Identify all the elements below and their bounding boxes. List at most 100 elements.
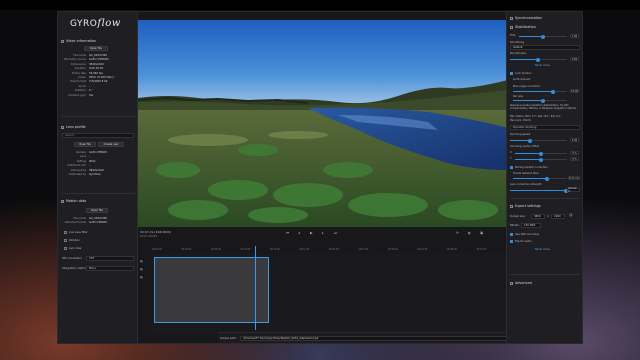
zoom-center-y-value[interactable]: 0 % (570, 157, 579, 161)
output-width-input[interactable]: 3840 (531, 214, 545, 219)
speaker-icon[interactable]: ◐ (468, 231, 471, 235)
info-key: Contains gyro (68, 93, 86, 97)
timeline-playhead[interactable] (255, 246, 256, 330)
info-key: Additional info (67, 164, 86, 168)
stabilization-title: Stabilization (515, 25, 536, 29)
motion-data-header[interactable]: Motion data (61, 198, 86, 204)
info-row: Dimensions 3840x2160 (60, 169, 104, 172)
zoom-speed-label: Zooming speed (510, 133, 531, 136)
imu-orientation-input[interactable]: XYZ (86, 256, 134, 261)
skip-forward-icon[interactable]: ⏭ (334, 231, 337, 235)
lens-strength-value[interactable]: 100.00 % (567, 187, 580, 193)
limit-amount-label: Limit amount (513, 78, 531, 81)
gpu-encoding-checkbox[interactable] (510, 233, 513, 236)
output-path-input[interactable]: /Volumes/TT Touch/Gyroflow/Test/GX_0034_… (240, 336, 522, 341)
track-icon: ▤ (140, 267, 143, 271)
info-row: Pixel format YUV420P 8 bit (60, 80, 108, 84)
lens-open-file-button[interactable]: Open file (74, 142, 96, 147)
info-key: Dimensions (70, 168, 86, 172)
zoom-center-y-slider[interactable] (515, 157, 567, 162)
smoothing-method-select[interactable]: Default (510, 45, 580, 50)
max-angle-slider[interactable] (513, 89, 567, 94)
lock-horizon-checkbox[interactable] (510, 72, 513, 75)
zoom-center-x-slider[interactable] (515, 151, 567, 156)
smoothness-value[interactable]: 0.50 (570, 57, 579, 61)
output-path-label: Output path: (220, 337, 237, 340)
rolling-shutter-checkbox[interactable] (510, 166, 513, 169)
zoom-center-x-value[interactable]: 0 % (570, 151, 579, 155)
smoothness-slider[interactable] (510, 57, 567, 62)
lens-profile-title: Lens profile (66, 125, 86, 129)
video-preview[interactable] (138, 20, 508, 227)
frame-readout-label: Frame readout time (513, 172, 539, 175)
lock-aspect-icon[interactable]: ⛓ (569, 213, 573, 217)
lens-profile-header[interactable]: Lens profile (61, 124, 86, 130)
step-forward-icon[interactable]: ▸ (322, 231, 324, 235)
info-key: Pixel format (70, 80, 86, 84)
time-readout: 00:07.19 (448/1800) (140, 230, 172, 234)
max-rotation-readout: Max rotation: Pitch: 5.7°, Yaw: 10.1°, R… (510, 115, 561, 118)
ruler-tick-label: 00:17.50 (358, 248, 369, 251)
dynamic-zooming-select[interactable]: Dynamic zooming (510, 125, 580, 130)
info-row: Setting Wide (60, 159, 96, 163)
lock-horizon-label: Lock horizon (515, 72, 532, 75)
info-row: File name GX_0034.MP4 (60, 54, 107, 57)
track-icon: ▤ (140, 275, 143, 279)
rolling-shutter-label: Rolling shutter correction (515, 166, 548, 169)
lens-create-new-button[interactable]: Create new (98, 142, 124, 147)
video-info-header[interactable]: Video information (61, 38, 96, 44)
zoom-speed-value[interactable]: 2.00 (570, 138, 579, 142)
fov-slider[interactable] (519, 34, 567, 39)
info-key: Frame rate (71, 71, 86, 75)
lowpass-checkbox[interactable] (64, 231, 67, 234)
stabilization-header[interactable]: Stabilization (510, 24, 536, 30)
fullscreen-icon[interactable]: ▣ (480, 231, 483, 235)
chevron-icon (61, 125, 64, 129)
sync-header[interactable]: Synchronization (510, 15, 542, 21)
ruler-tick-label: 00:00.00 (152, 248, 162, 251)
main-area: 00:07.19 (448/1800) Zoom: 60.00% ⏮ ◂ ▶ ▸… (138, 12, 582, 343)
ruler-tick-label: 00:05.00 (211, 248, 221, 251)
info-row: File name GX_0034.MP4 (60, 217, 107, 220)
export-audio-checkbox[interactable] (510, 240, 513, 243)
max-angle-value[interactable]: 15.00 (570, 89, 579, 93)
gyro-bias-checkbox[interactable] (64, 247, 67, 250)
zoom-speed-slider[interactable] (510, 138, 567, 143)
rotation-checkbox[interactable] (64, 239, 67, 242)
bitrate-input[interactable]: 150 Mbit (521, 223, 541, 228)
advanced-header[interactable]: Advanced (510, 280, 532, 286)
info-row: Contains gyro Yes (60, 94, 93, 97)
lens-search-input[interactable]: Search... (62, 133, 134, 138)
info-value: 3840x2160 (89, 168, 104, 172)
info-value: – (89, 84, 91, 88)
info-value: HEVC (H.265 Main) (89, 76, 114, 79)
frame-readout-slider[interactable] (513, 176, 567, 181)
lens-strength-slider[interactable] (510, 188, 568, 193)
stab-show-more-link[interactable]: Show more (535, 64, 550, 67)
smoothness-label: Smoothness (510, 52, 526, 55)
ruler-tick-label: 00:07.50 (240, 248, 251, 251)
info-value: – (89, 155, 91, 159)
sync-icon[interactable]: ⟳ (456, 231, 459, 235)
divider (61, 193, 135, 194)
timeline-clip[interactable] (154, 257, 269, 323)
ruler-tick-label: 00:12.50 (299, 248, 310, 251)
per-axis-slider[interactable] (513, 98, 567, 103)
integration-method-select[interactable]: None (86, 266, 134, 271)
step-back-icon[interactable]: ◂ (298, 231, 300, 235)
info-key: Setting (76, 159, 86, 163)
play-icon[interactable]: ▶ (310, 231, 313, 235)
info-value: 0:00:30.04 (89, 67, 104, 71)
export-settings-header[interactable]: Export settings (510, 203, 541, 209)
ruler-tick-label: 00:20.00 (388, 248, 398, 251)
output-height-input[interactable]: 2160 (551, 214, 565, 219)
frame-readout-value[interactable]: 8.72 ms (568, 176, 580, 180)
timeline-track[interactable] (152, 254, 506, 334)
video-open-file-button[interactable]: Open file (84, 46, 108, 51)
export-show-more-link[interactable]: Show more (535, 248, 550, 251)
fov-value[interactable]: 1.00 (570, 34, 579, 38)
motion-open-file-button[interactable]: Open file (86, 208, 108, 213)
skip-back-icon[interactable]: ⏮ (286, 231, 289, 235)
right-sidebar: Synchronization Stabilization FOV 1.00 S… (506, 12, 582, 343)
sync-title: Synchronization (515, 16, 543, 20)
